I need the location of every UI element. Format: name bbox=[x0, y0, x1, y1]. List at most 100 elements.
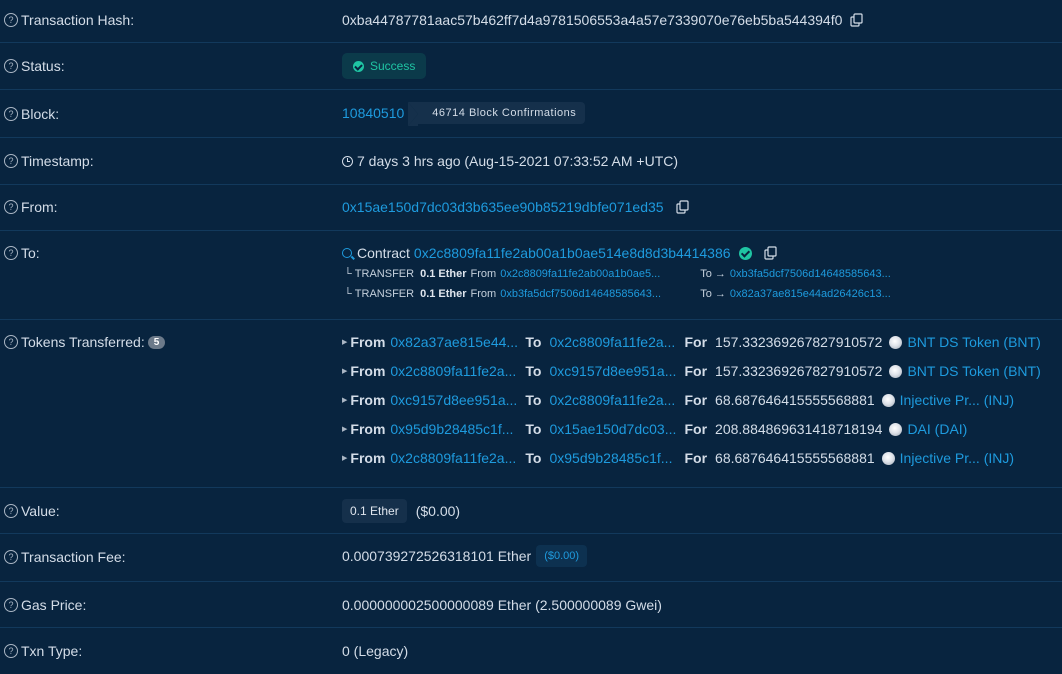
expand-caret-icon[interactable]: ▶ bbox=[342, 425, 347, 433]
timestamp-label: Timestamp: bbox=[21, 153, 94, 169]
gas-price-container: 0.000000002500000089 Ether (2.500000089 … bbox=[342, 597, 662, 613]
internal-transfer-row: └ TRANSFER 0.1 Ether From 0xb3fa5dcf7506… bbox=[344, 288, 891, 300]
token-from-link[interactable]: 0xc9157d8ee951a... bbox=[390, 392, 525, 408]
txn-type-value: 0 (Legacy) bbox=[342, 643, 409, 659]
contract-search-icon bbox=[342, 248, 352, 258]
copy-icon[interactable] bbox=[850, 13, 864, 27]
token-from-label: From bbox=[350, 421, 386, 437]
internal-transfer-row: └ TRANSFER 0.1 Ether From 0x2c8809fa11fe… bbox=[344, 268, 891, 280]
tokens-transferred-label: Tokens Transferred: bbox=[21, 334, 145, 350]
timestamp-value-container: 7 days 3 hrs ago (Aug-15-2021 07:33:52 A… bbox=[342, 153, 678, 169]
help-icon[interactable]: ? bbox=[4, 335, 18, 349]
token-transfer-row: ▶ From 0x2c8809fa11fe2a... To 0xc9157d8ee951… bbox=[342, 363, 1041, 379]
clock-icon bbox=[342, 155, 353, 167]
token-for-label: For bbox=[684, 392, 708, 408]
label-to: ? To: bbox=[4, 245, 40, 261]
label-gas-price: ? Gas Price: bbox=[4, 597, 86, 613]
token-name-link[interactable]: BNT DS Token (BNT) bbox=[907, 363, 1040, 379]
to-value-container: Contract 0x2c8809fa11fe2ab00a1b0ae514e8d… bbox=[342, 245, 778, 261]
token-for-label: For bbox=[684, 450, 708, 466]
token-logo-icon bbox=[889, 335, 903, 349]
label-block: ? Block: bbox=[4, 106, 59, 122]
help-icon[interactable]: ? bbox=[4, 13, 18, 27]
transfer-from-link[interactable]: 0x2c8809fa11fe2ab00a1b0ae5... bbox=[500, 268, 700, 280]
value-usd: ($0.00) bbox=[415, 503, 461, 519]
row-block: ? Block: 10840510 46714 Block Confirmati… bbox=[0, 90, 1062, 138]
label-from: ? From: bbox=[4, 199, 58, 215]
row-tokens-transferred: ? Tokens Transferred: 5 ▶ From 0x82a37ae81… bbox=[0, 320, 1062, 488]
transfer-to-link[interactable]: 0xb3fa5dcf7506d14648585643... bbox=[730, 268, 891, 280]
copy-icon[interactable] bbox=[675, 200, 690, 214]
timestamp-value: 7 days 3 hrs ago (Aug-15-2021 07:33:52 A… bbox=[357, 153, 679, 169]
token-amount: 157.332369267827910572 bbox=[715, 363, 883, 379]
token-to-link[interactable]: 0xc9157d8ee951a... bbox=[549, 363, 684, 379]
token-for-label: For bbox=[684, 363, 708, 379]
label-value: ? Value: bbox=[4, 503, 60, 519]
token-name-link[interactable]: Injective Pr... (INJ) bbox=[900, 450, 1014, 466]
block-confirmations-badge: 46714 Block Confirmations bbox=[408, 102, 586, 126]
txn-type-container: 0 (Legacy) bbox=[342, 643, 408, 659]
row-timestamp: ? Timestamp: 7 days 3 hrs ago (Aug-15-20… bbox=[0, 138, 1062, 185]
check-circle-icon bbox=[353, 60, 364, 72]
transfer-type: TRANSFER bbox=[354, 288, 415, 300]
token-from-link[interactable]: 0x2c8809fa11fe2a... bbox=[390, 363, 525, 379]
label-tokens-transferred: ? Tokens Transferred: 5 bbox=[4, 334, 166, 350]
help-icon[interactable]: ? bbox=[4, 246, 18, 260]
copy-icon[interactable] bbox=[763, 246, 778, 260]
status-label: Status: bbox=[21, 58, 65, 74]
gas-price-label: Gas Price: bbox=[21, 597, 87, 613]
row-from: ? From: 0x15ae150d7dc03d3b635ee90b85219d… bbox=[0, 185, 1062, 231]
transfer-from-link[interactable]: 0xb3fa5dcf7506d14648585643... bbox=[500, 288, 700, 300]
token-from-link[interactable]: 0x2c8809fa11fe2a... bbox=[390, 450, 525, 466]
from-value-container: 0x15ae150d7dc03d3b635ee90b85219dbfe071ed… bbox=[342, 199, 690, 215]
help-icon[interactable]: ? bbox=[4, 200, 18, 214]
transaction-hash-label: Transaction Hash: bbox=[21, 12, 135, 28]
token-to-link[interactable]: 0x95d9b28485c1f... bbox=[549, 450, 684, 466]
from-address-link[interactable]: 0x15ae150d7dc03d3b635ee90b85219dbfe071ed… bbox=[342, 199, 664, 215]
transfer-to-link[interactable]: 0x82a37ae815e44ad26426c13... bbox=[730, 288, 891, 300]
token-amount: 68.687646415555568881 bbox=[715, 450, 875, 466]
contract-address-link[interactable]: 0x2c8809fa11fe2ab00a1b0ae514e8d8d3b44143… bbox=[414, 245, 731, 261]
token-count-badge: 5 bbox=[147, 335, 166, 349]
token-from-link[interactable]: 0x82a37ae815e44... bbox=[390, 334, 525, 350]
help-icon[interactable]: ? bbox=[4, 154, 18, 168]
label-transaction-fee: ? Transaction Fee: bbox=[4, 549, 126, 565]
help-icon[interactable]: ? bbox=[4, 598, 18, 612]
transfer-amount: 0.1 Ether bbox=[420, 288, 467, 300]
help-icon[interactable]: ? bbox=[4, 550, 18, 564]
value-ether-badge: 0.1 Ether bbox=[342, 499, 407, 523]
expand-caret-icon[interactable]: ▶ bbox=[342, 338, 347, 346]
block-label: Block: bbox=[21, 106, 60, 122]
value-label: Value: bbox=[21, 503, 60, 519]
transfer-from-label: From bbox=[470, 288, 497, 300]
expand-caret-icon[interactable]: ▶ bbox=[342, 367, 347, 375]
token-to-link[interactable]: 0x2c8809fa11fe2a... bbox=[549, 392, 684, 408]
help-icon[interactable]: ? bbox=[4, 504, 18, 518]
help-icon[interactable]: ? bbox=[4, 107, 18, 121]
expand-caret-icon[interactable]: ▶ bbox=[342, 396, 347, 404]
transaction-fee-usd-badge[interactable]: ($0.00) bbox=[536, 545, 588, 567]
token-to-label: To bbox=[525, 363, 542, 379]
token-to-link[interactable]: 0x2c8809fa11fe2a... bbox=[549, 334, 684, 350]
token-name-link[interactable]: BNT DS Token (BNT) bbox=[907, 334, 1040, 350]
token-from-link[interactable]: 0x95d9b28485c1f... bbox=[390, 421, 525, 437]
row-transaction-fee: ? Transaction Fee: 0.000739272526318101 … bbox=[0, 534, 1062, 582]
token-transfer-row: ▶ From 0x2c8809fa11fe2a... To 0x95d9b28485c1… bbox=[342, 450, 1014, 466]
status-text: Success bbox=[370, 59, 416, 73]
token-from-label: From bbox=[350, 363, 386, 379]
token-to-link[interactable]: 0x15ae150d7dc03... bbox=[549, 421, 684, 437]
transaction-fee-container: 0.000739272526318101 Ether ($0.00) bbox=[342, 545, 588, 567]
transaction-hash-value-container: 0xba44787781aac57b462ff7d4a9781506553a4a… bbox=[342, 12, 864, 28]
token-name-link[interactable]: Injective Pr... (INJ) bbox=[900, 392, 1014, 408]
label-status: ? Status: bbox=[4, 58, 65, 74]
expand-caret-icon[interactable]: ▶ bbox=[342, 454, 347, 462]
label-transaction-hash: ? Transaction Hash: bbox=[4, 12, 134, 28]
token-name-link[interactable]: DAI (DAI) bbox=[907, 421, 967, 437]
token-for-label: For bbox=[684, 334, 708, 350]
token-to-label: To bbox=[525, 392, 542, 408]
help-icon[interactable]: ? bbox=[4, 644, 18, 658]
help-icon[interactable]: ? bbox=[4, 59, 18, 73]
token-logo-icon bbox=[881, 451, 895, 465]
to-label: To: bbox=[21, 245, 40, 261]
block-number-link[interactable]: 10840510 bbox=[342, 105, 404, 121]
